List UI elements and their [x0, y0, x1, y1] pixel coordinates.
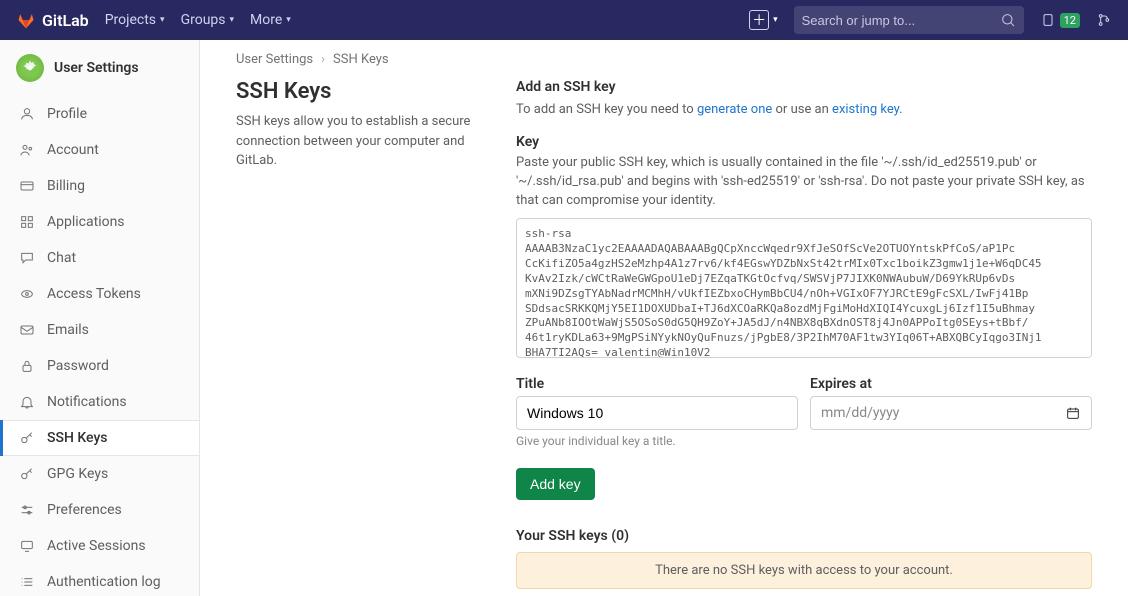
your-keys-heading: Your SSH keys (0)	[516, 528, 1092, 544]
page-description: SSH keys allow you to establish a secure…	[236, 112, 476, 171]
sidebar-item-profile[interactable]: Profile	[0, 96, 199, 132]
empty-keys-banner: There are no SSH keys with access to you…	[516, 552, 1092, 589]
key-help-text: Paste your public SSH key, which is usua…	[516, 154, 1092, 211]
breadcrumb: User Settings › SSH Keys	[236, 52, 1092, 67]
top-navbar: GitLab Projects▾ Groups▾ More▾ ＋▾ 12	[0, 0, 1128, 40]
monitor-icon	[19, 538, 35, 554]
nav-more[interactable]: More▾	[250, 12, 291, 28]
gear-icon	[21, 59, 39, 77]
add-ssh-heading: Add an SSH key	[516, 79, 1092, 95]
sidebar-item-password[interactable]: Password	[0, 348, 199, 384]
bell-icon	[19, 394, 35, 410]
sidebar-item-preferences[interactable]: Preferences	[0, 492, 199, 528]
settings-sidebar: User Settings Profile Account Billing Ap…	[0, 40, 200, 596]
chevron-down-icon: ▾	[773, 15, 778, 25]
sidebar-title: User Settings	[54, 60, 139, 76]
calendar-icon	[1065, 405, 1081, 421]
page-title: SSH Keys	[236, 79, 476, 104]
title-input[interactable]	[516, 396, 798, 430]
sidebar-header: User Settings	[0, 40, 199, 96]
add-ssh-intro: To add an SSH key you need to generate o…	[516, 101, 1092, 120]
search-input[interactable]	[802, 13, 1000, 28]
brand-name: GitLab	[42, 11, 89, 30]
sliders-icon	[19, 502, 35, 518]
add-key-button[interactable]: Add key	[516, 468, 595, 500]
brand-logo[interactable]: GitLab	[16, 10, 89, 30]
chevron-down-icon: ▾	[160, 15, 165, 25]
clipboard-icon	[1040, 12, 1056, 28]
title-hint: Give your individual key a title.	[516, 434, 798, 448]
lock-icon	[19, 358, 35, 374]
new-dropdown[interactable]: ＋▾	[749, 10, 778, 30]
email-icon	[19, 322, 35, 338]
sidebar-item-access-tokens[interactable]: Access Tokens	[0, 276, 199, 312]
main-content: User Settings › SSH Keys SSH Keys SSH ke…	[200, 40, 1128, 596]
plus-icon: ＋	[749, 10, 769, 30]
generate-one-link[interactable]: generate one	[697, 102, 772, 117]
list-icon	[19, 574, 35, 590]
sidebar-item-ssh-keys[interactable]: SSH Keys	[0, 420, 199, 456]
merge-requests-link[interactable]	[1096, 12, 1112, 28]
issues-badge: 12	[1060, 13, 1080, 28]
sidebar-item-chat[interactable]: Chat	[0, 240, 199, 276]
sidebar-item-notifications[interactable]: Notifications	[0, 384, 199, 420]
token-icon	[19, 286, 35, 302]
sidebar-item-active-sessions[interactable]: Active Sessions	[0, 528, 199, 564]
expires-input[interactable]: mm/dd/yyyy	[810, 396, 1092, 430]
gitlab-icon	[16, 10, 36, 30]
issues-link[interactable]: 12	[1040, 12, 1080, 28]
chevron-right-icon: ›	[321, 52, 325, 67]
key-icon	[19, 430, 35, 446]
sidebar-item-gpg-keys[interactable]: GPG Keys	[0, 456, 199, 492]
nav-groups[interactable]: Groups▾	[181, 12, 234, 28]
chat-icon	[19, 250, 35, 266]
account-icon	[19, 142, 35, 158]
title-label: Title	[516, 376, 798, 392]
apps-icon	[19, 214, 35, 230]
breadcrumb-current: SSH Keys	[333, 52, 389, 67]
sidebar-item-account[interactable]: Account	[0, 132, 199, 168]
profile-icon	[19, 106, 35, 122]
key-label: Key	[516, 134, 1092, 150]
merge-icon	[1096, 12, 1112, 28]
expires-placeholder: mm/dd/yyyy	[821, 405, 899, 421]
card-icon	[19, 178, 35, 194]
ssh-key-textarea[interactable]	[516, 218, 1092, 358]
sidebar-item-emails[interactable]: Emails	[0, 312, 199, 348]
existing-key-link[interactable]: existing key	[832, 102, 899, 117]
sidebar-item-applications[interactable]: Applications	[0, 204, 199, 240]
nav-projects[interactable]: Projects▾	[105, 12, 165, 28]
expires-label: Expires at	[810, 376, 1092, 392]
breadcrumb-parent[interactable]: User Settings	[236, 52, 313, 67]
search-icon	[1000, 12, 1016, 28]
sidebar-item-billing[interactable]: Billing	[0, 168, 199, 204]
key-icon	[19, 466, 35, 482]
global-search[interactable]	[794, 6, 1024, 34]
chevron-down-icon: ▾	[230, 15, 235, 25]
user-avatar	[16, 54, 44, 82]
chevron-down-icon: ▾	[286, 15, 291, 25]
sidebar-item-authentication-log[interactable]: Authentication log	[0, 564, 199, 596]
